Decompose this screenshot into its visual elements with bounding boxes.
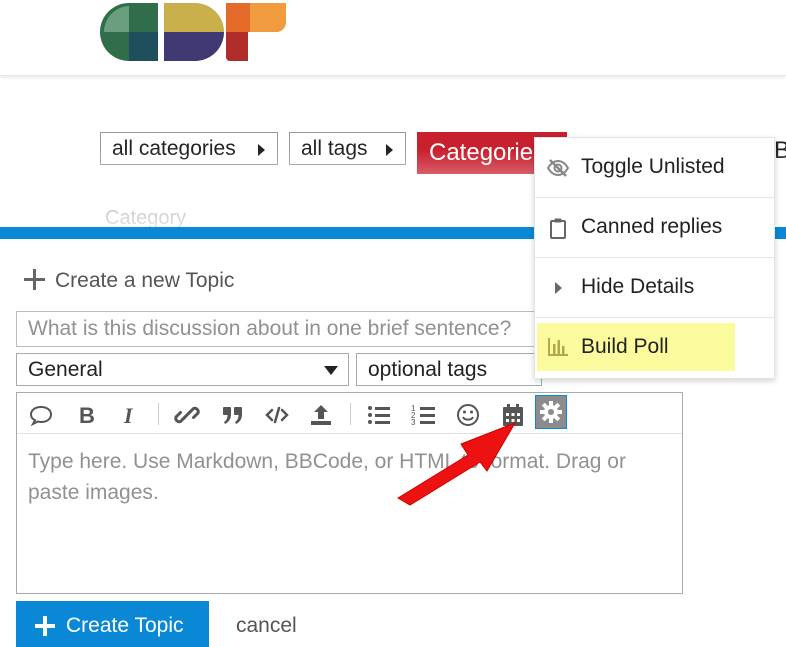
menu-item-canned-replies[interactable]: Canned replies — [535, 198, 774, 258]
bullet-list-icon[interactable] — [366, 402, 392, 428]
bold-icon[interactable]: B — [74, 402, 100, 428]
editor-placeholder: Type here. Use Markdown, BBCode, or HTML… — [28, 450, 626, 504]
menu-item-toggle-unlisted[interactable]: Toggle Unlisted — [535, 138, 774, 198]
category-select[interactable]: General — [16, 353, 349, 386]
italic-icon[interactable]: I — [117, 402, 143, 428]
toolbar-options-menu: Toggle Unlisted Canned replies Hide Deta… — [534, 137, 775, 379]
toolbar-divider — [158, 403, 159, 425]
svg-text:I: I — [123, 403, 134, 428]
caret-right-icon — [258, 144, 265, 156]
site-logo[interactable] — [100, 2, 286, 62]
chevron-down-icon — [324, 366, 338, 375]
bar-chart-icon — [547, 335, 569, 357]
tags-input[interactable]: optional tags — [356, 353, 542, 386]
svg-text:B: B — [79, 403, 95, 428]
composer-title: Create a new Topic — [24, 268, 234, 296]
caret-right-icon — [386, 144, 393, 156]
gear-icon[interactable] — [535, 395, 567, 429]
category-select-value: General — [28, 358, 103, 381]
all-categories-dropdown[interactable]: all categories — [100, 132, 278, 165]
all-tags-dropdown[interactable]: all tags — [289, 132, 406, 165]
menu-item-label: Build Poll — [581, 335, 669, 358]
menu-item-label: Toggle Unlisted — [581, 155, 725, 178]
editor-toolbar: B I 1 2 3 — [17, 393, 682, 434]
create-topic-label: Create Topic — [66, 614, 184, 637]
quote-icon[interactable] — [220, 402, 246, 428]
topic-title-input[interactable]: What is this discussion about in one bri… — [16, 311, 546, 347]
cancel-link[interactable]: cancel — [236, 614, 297, 638]
menu-item-label: Hide Details — [581, 275, 695, 298]
menu-item-hide-details[interactable]: Hide Details — [535, 258, 774, 318]
nav-item-partial[interactable]: B — [774, 137, 786, 165]
plus-icon — [35, 616, 55, 636]
menu-item-label: Canned replies — [581, 215, 723, 238]
menu-item-build-poll[interactable]: Build Poll — [537, 323, 735, 371]
clipboard-icon — [547, 217, 569, 239]
all-tags-label: all tags — [301, 137, 368, 160]
all-categories-label: all categories — [112, 137, 236, 160]
composer-title-text: Create a new Topic — [55, 269, 235, 292]
editor-area[interactable]: B I 1 2 3 Type here. Use Markdown, BBCod… — [16, 392, 683, 594]
plus-icon — [24, 268, 45, 290]
link-icon[interactable] — [174, 402, 200, 428]
speech-bubble-icon[interactable] — [28, 402, 54, 428]
code-icon[interactable] — [264, 402, 290, 428]
site-header — [0, 0, 786, 76]
create-topic-button[interactable]: Create Topic — [16, 601, 209, 647]
toolbar-divider — [350, 403, 351, 425]
annotation-arrow-icon — [397, 422, 517, 506]
upload-icon[interactable] — [308, 402, 334, 428]
caret-right-icon — [547, 277, 569, 299]
eye-slash-icon — [547, 157, 569, 179]
